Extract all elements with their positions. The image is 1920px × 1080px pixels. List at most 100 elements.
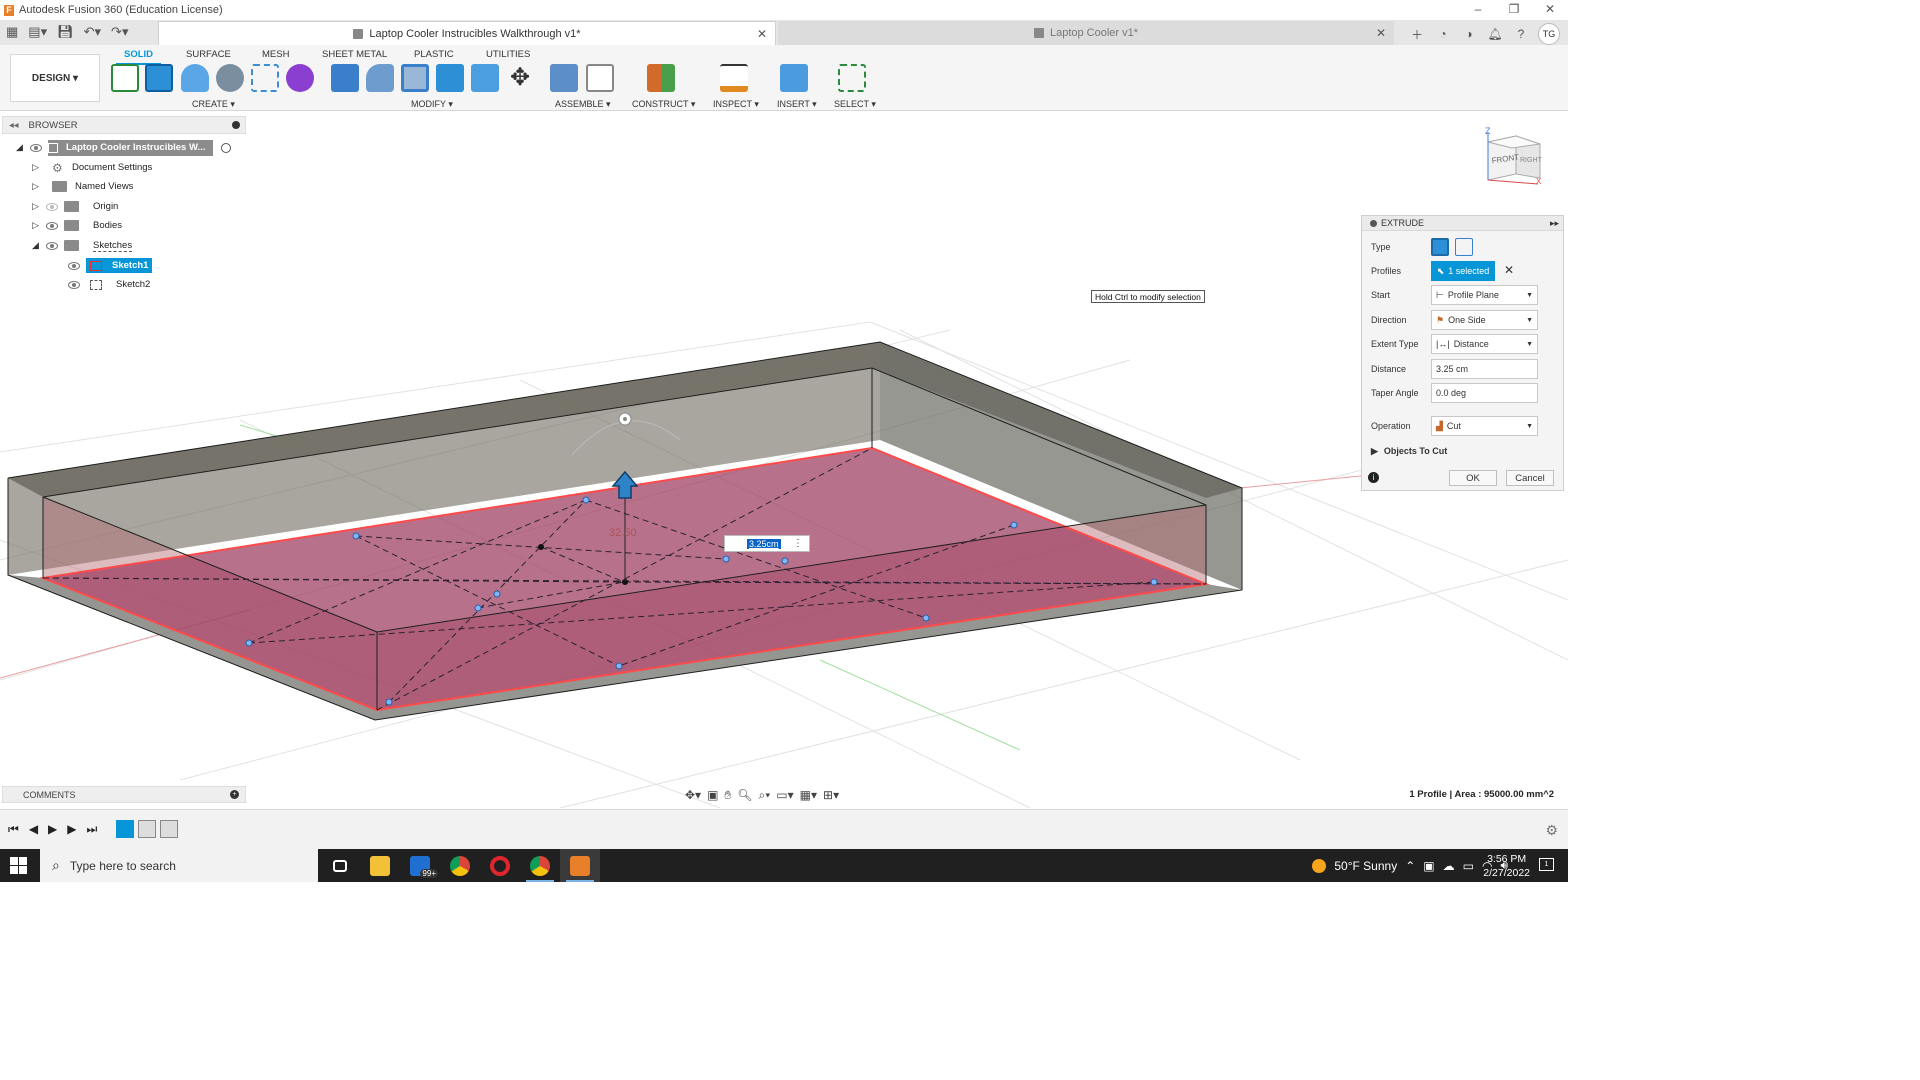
browser-item-bodies[interactable]: ▷ Bodies [32,216,122,235]
extent-type-dropdown[interactable]: |↔| Distance ▼ [1431,334,1538,354]
timeline-sketch1-item[interactable] [116,820,134,838]
measure-icon[interactable] [720,64,748,92]
taskbar-clock[interactable]: 3:56 PM 2/27/2022 [1483,852,1530,880]
tab-mesh[interactable]: MESH [262,49,289,60]
extrude-icon[interactable] [145,64,173,92]
windows-start-icon[interactable] [10,857,27,874]
profiles-selection-button[interactable]: ⬉ 1 selected [1431,261,1495,281]
browser-item-sketches[interactable]: ◢ Sketches [32,236,133,255]
pattern-icon[interactable] [251,64,279,92]
close-window-button[interactable]: ✕ [1532,0,1568,20]
zoom-icon[interactable]: 🔍︎ [737,788,752,802]
meet-now-icon[interactable]: ▣ [1423,859,1434,873]
look-at-icon[interactable]: ▣ [707,788,718,802]
more-options-icon[interactable]: ⋮ [793,538,803,549]
clear-selection-icon[interactable]: ✕ [1504,263,1514,277]
undo-icon[interactable]: ↶▾ [84,24,101,40]
create-menu[interactable]: CREATE ▾ [192,99,235,110]
minimize-button[interactable]: – [1460,0,1496,20]
redo-icon[interactable]: ↷▾ [111,24,128,40]
type-extrude-icon[interactable] [1431,238,1449,256]
user-avatar[interactable]: TG [1538,23,1560,45]
press-pull-icon[interactable] [331,64,359,92]
pan-icon[interactable]: ✋︎ [724,788,731,803]
view-cube[interactable]: FRONT RIGHT Z X [1480,126,1546,192]
display-settings-icon[interactable]: ▭▾ [776,788,793,802]
visibility-eye-icon[interactable] [30,143,42,152]
expand-triangle-icon[interactable]: ▷ [32,181,42,192]
cancel-button[interactable]: Cancel [1506,470,1554,486]
notification-center-icon[interactable]: 1 [1539,858,1554,871]
offset-plane-icon[interactable] [647,64,675,92]
expand-triangle-icon[interactable]: ◢ [16,142,26,153]
distance-field[interactable]: 3.25 cm [1431,359,1538,379]
chrome-profile-button[interactable] [520,849,560,882]
add-comment-icon[interactable]: + [230,790,239,799]
modify-menu[interactable]: MODIFY ▾ [411,99,453,110]
opera-button[interactable] [480,849,520,882]
close-tab-icon[interactable]: ✕ [1376,26,1386,40]
grid-snaps-icon[interactable]: ▦▾ [800,788,817,802]
operation-dropdown[interactable]: ▟ Cut ▼ [1431,416,1538,436]
orbit-icon[interactable]: ✥▾ [685,788,701,802]
activate-radio-icon[interactable] [221,142,232,153]
expand-section-icon[interactable]: ▶ [1371,446,1378,457]
sketch1-selected[interactable]: Sketch1 [86,258,153,273]
fillet-icon[interactable] [366,64,394,92]
pin-icon[interactable] [232,121,240,129]
battery-icon[interactable]: ▭ [1463,859,1474,873]
distance-input-box[interactable]: 3.25cm ⋮ [724,535,810,552]
tab-laptop-cooler[interactable]: Laptop Cooler v1* ✕ [778,21,1394,45]
type-thin-extrude-icon[interactable] [1455,238,1473,256]
collapse-panel-icon[interactable]: ◂◂ [9,120,19,131]
combine-icon[interactable] [436,64,464,92]
browser-item-origin[interactable]: ▷ Origin [32,197,118,216]
hole-icon[interactable] [216,64,244,92]
workspace-switcher-button[interactable]: DESIGN ▾ [10,54,100,102]
mail-button[interactable]: 99+ [400,849,440,882]
fit-icon[interactable]: ⌕▾ [759,788,771,803]
browser-item-sketch2[interactable]: Sketch2 [64,275,150,294]
weather-text[interactable]: 50°F Sunny [1334,859,1397,873]
expand-triangle-icon[interactable]: ▷ [32,162,42,173]
task-view-button[interactable] [320,849,360,882]
tab-utilities[interactable]: UTILITIES [486,49,530,60]
revolve-icon[interactable] [181,64,209,92]
help-icon[interactable]: ? [1512,25,1530,43]
job-status-icon[interactable]: ◑ [1460,25,1478,43]
tab-surface[interactable]: SURFACE [186,49,231,60]
visibility-eye-icon[interactable] [46,241,58,250]
browser-item-named-views[interactable]: ▷ Named Views [32,177,133,196]
tab-laptop-cooler-walkthrough[interactable]: Laptop Cooler Instrucibles Walkthrough v… [158,21,776,45]
construct-menu[interactable]: CONSTRUCT ▾ [632,99,695,110]
create-sketch-icon[interactable] [111,64,139,92]
new-component-icon[interactable] [550,64,578,92]
joint-icon[interactable] [586,64,614,92]
fusion-taskbar-button[interactable] [560,849,600,882]
shell-icon[interactable] [401,64,429,92]
expand-dialog-icon[interactable]: ▸▸ [1550,218,1559,229]
app-grid-icon[interactable]: ▦ [6,24,18,40]
viewport-canvas[interactable] [0,111,1568,808]
play-icon[interactable]: ▶ [48,822,57,837]
move-icon[interactable]: ✥ [506,64,534,92]
onedrive-icon[interactable]: ☁ [1443,859,1455,873]
extensions-icon[interactable]: ◔ [1434,25,1452,43]
timeline-extrude-item[interactable] [160,820,178,838]
expand-triangle-icon[interactable]: ▷ [32,201,42,212]
info-icon[interactable]: i [1368,472,1379,483]
go-to-end-icon[interactable]: ⏭ [87,822,98,837]
browser-item-sketch1[interactable]: Sketch1 [64,256,153,275]
assemble-menu[interactable]: ASSEMBLE ▾ [555,99,611,110]
inspect-menu[interactable]: INSPECT ▾ [713,99,759,110]
step-back-icon[interactable]: ◀ [29,822,38,837]
tray-expand-icon[interactable]: ⌃ [1405,859,1415,873]
taskbar-search-box[interactable]: ⌕ Type here to search [40,849,318,882]
direction-dropdown[interactable]: ⚑ One Side ▼ [1431,310,1538,330]
select-window-icon[interactable] [838,64,866,92]
form-icon[interactable] [286,64,314,92]
viewports-icon[interactable]: ⊞▾ [823,788,839,802]
go-to-start-icon[interactable]: ⏮ [8,822,19,837]
new-tab-icon[interactable]: ＋ [1408,25,1426,43]
tab-plastic[interactable]: PLASTIC [414,49,454,60]
